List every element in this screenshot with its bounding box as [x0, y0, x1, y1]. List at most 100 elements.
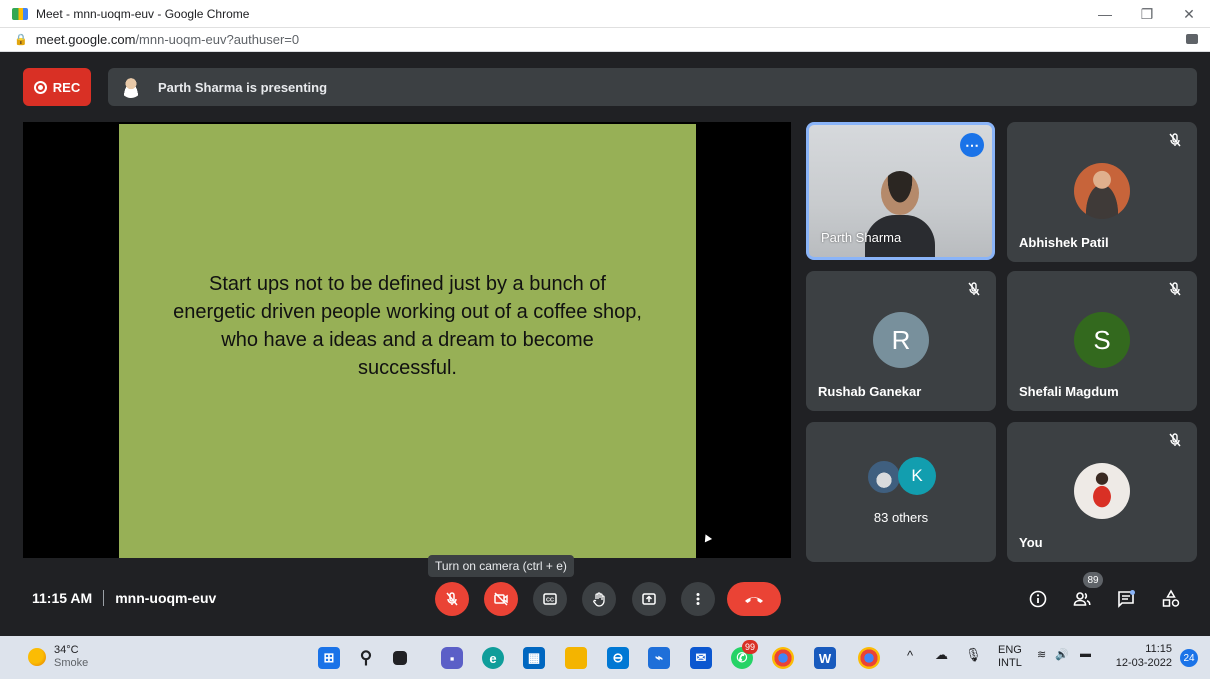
- participant-tile-you[interactable]: You: [1007, 422, 1197, 562]
- file-explorer-icon[interactable]: [565, 647, 587, 669]
- people-icon: [1073, 592, 1091, 606]
- battery-icon[interactable]: ▬: [1080, 648, 1091, 660]
- mic-off-icon: [966, 281, 982, 297]
- participant-tile-others[interactable]: K 83 others: [806, 422, 996, 562]
- weather-sun-icon: [28, 648, 46, 666]
- recording-badge[interactable]: REC: [23, 68, 91, 106]
- task-view-icon[interactable]: [393, 651, 407, 665]
- search-icon[interactable]: ⚲: [355, 647, 377, 669]
- presentation-stage: Start ups not to be defined just by a bu…: [23, 122, 791, 558]
- more-options-icon[interactable]: ⋯: [960, 133, 984, 157]
- wifi-icon[interactable]: ≋: [1037, 648, 1046, 661]
- camera-off-icon: [494, 592, 508, 606]
- camera-toggle-button[interactable]: [484, 582, 518, 616]
- rec-label: REC: [52, 79, 81, 95]
- volume-icon[interactable]: 🔊: [1055, 648, 1069, 661]
- taskbar-clock[interactable]: 11:15 12-03-2022: [1116, 642, 1172, 670]
- participant-tile-parth-sharma[interactable]: ⋯ Parth Sharma: [806, 122, 995, 260]
- leave-call-button[interactable]: [727, 582, 781, 616]
- info-icon: [1029, 590, 1047, 608]
- participant-name: You: [1019, 535, 1043, 550]
- language-indicator[interactable]: ENG INTL: [998, 644, 1022, 670]
- camera-tooltip: Turn on camera (ctrl + e): [428, 555, 574, 577]
- mic-off-icon: [1167, 132, 1183, 148]
- participant-name: Parth Sharma: [821, 230, 902, 245]
- url-text[interactable]: meet.google.com/mnn-uoqm-euv?authuser=0: [36, 32, 299, 47]
- language-bottom: INTL: [998, 657, 1022, 669]
- notification-badge[interactable]: 24: [1180, 649, 1198, 667]
- participant-tile-shefali-magdum[interactable]: S Shefali Magdum: [1007, 271, 1197, 411]
- weather-widget[interactable]: 34°C Smoke: [28, 644, 88, 670]
- word-icon[interactable]: W: [814, 647, 836, 669]
- present-button[interactable]: [632, 582, 666, 616]
- presenter-avatar: [120, 76, 142, 98]
- more-options-button[interactable]: [681, 582, 715, 616]
- windows-taskbar: 34°C Smoke ⊞ ⚲ ▪ e ▦ ⊖ ⌁ ✉ ✆ 99 W ^ ☁ 🎙 …: [0, 636, 1210, 679]
- hand-icon: [593, 592, 605, 607]
- restore-icon[interactable]: ❐: [1126, 0, 1168, 28]
- activities-button[interactable]: [1160, 588, 1182, 610]
- camera-in-use-icon[interactable]: [1186, 34, 1198, 44]
- chat-app-icon[interactable]: ▪: [441, 647, 463, 669]
- mail-icon[interactable]: ✉: [690, 647, 712, 669]
- show-hidden-icons-icon[interactable]: ^: [907, 648, 913, 663]
- chat-button[interactable]: [1115, 588, 1137, 610]
- start-icon[interactable]: ⊞: [318, 647, 340, 669]
- mouse-cursor-icon: [701, 532, 713, 543]
- participant-avatar: [1074, 163, 1130, 219]
- participant-name: Rushab Ganekar: [818, 384, 922, 399]
- close-icon[interactable]: ✕: [1168, 0, 1210, 28]
- photos-icon[interactable]: ⌁: [648, 647, 670, 669]
- url-path: /mnn-uoqm-euv?authuser=0: [135, 32, 300, 47]
- others-count-label: 83 others: [873, 510, 929, 525]
- participant-tile-abhishek-patil[interactable]: Abhishek Patil: [1007, 122, 1197, 262]
- language-top: ENG: [998, 644, 1022, 656]
- captions-button[interactable]: CC: [533, 582, 567, 616]
- participant-avatar: [866, 459, 902, 495]
- store-icon[interactable]: ▦: [523, 647, 545, 669]
- present-screen-icon: [642, 593, 656, 605]
- svg-text:CC: CC: [546, 598, 554, 604]
- presenting-banner: Parth Sharma is presenting: [108, 68, 1197, 106]
- weather-condition: Smoke: [54, 657, 89, 669]
- more-vert-icon: [696, 593, 700, 605]
- microphone-icon[interactable]: 🎙: [965, 647, 982, 663]
- participant-name: Shefali Magdum: [1019, 384, 1119, 399]
- clock-date: 12-03-2022: [1115, 657, 1172, 669]
- video-head: [881, 171, 919, 215]
- participant-avatar: R: [873, 312, 929, 368]
- participant-avatar: S: [1074, 312, 1130, 368]
- mic-toggle-button[interactable]: [435, 582, 469, 616]
- mic-off-icon: [1167, 281, 1183, 297]
- edge-icon[interactable]: e: [482, 647, 504, 669]
- divider: [103, 590, 105, 606]
- meeting-info: 11:15 AM mnn-uoqm-euv: [32, 590, 216, 606]
- meeting-code: mnn-uoqm-euv: [115, 590, 217, 606]
- mic-off-icon: [1167, 432, 1183, 448]
- browser-title-bar: Meet - mnn-uoqm-euv - Google Chrome — ❐ …: [0, 0, 1210, 28]
- address-bar[interactable]: 🔒 meet.google.com/mnn-uoqm-euv?authuser=…: [0, 28, 1210, 52]
- chat-icon: [1118, 590, 1135, 608]
- window-controls: — ❐ ✕: [1084, 0, 1210, 28]
- minimize-icon[interactable]: —: [1084, 0, 1126, 28]
- app-icon[interactable]: ⊖: [607, 647, 629, 669]
- slide-text: Start ups not to be defined just by a bu…: [173, 273, 642, 379]
- whatsapp-badge: 99: [742, 640, 758, 654]
- raise-hand-button[interactable]: [582, 582, 616, 616]
- lock-icon[interactable]: 🔒: [14, 33, 28, 46]
- activities-icon: [1162, 589, 1180, 607]
- chrome-profile-icon[interactable]: [858, 647, 880, 669]
- mic-off-icon: [446, 592, 458, 606]
- record-icon: [33, 80, 47, 94]
- participants-button[interactable]: [1071, 588, 1093, 610]
- meeting-time: 11:15 AM: [32, 590, 93, 606]
- participant-tile-rushab-ganekar[interactable]: R Rushab Ganekar: [806, 271, 996, 411]
- url-host: meet.google.com: [35, 32, 136, 47]
- clock-time: 11:15: [1145, 643, 1172, 655]
- onedrive-icon[interactable]: ☁: [935, 647, 948, 663]
- meeting-details-button[interactable]: [1027, 588, 1049, 610]
- presenting-text: Parth Sharma is presenting: [158, 79, 328, 95]
- meet-favicon-icon: [12, 7, 28, 20]
- captions-icon: CC: [543, 593, 557, 605]
- chrome-icon[interactable]: [772, 647, 794, 669]
